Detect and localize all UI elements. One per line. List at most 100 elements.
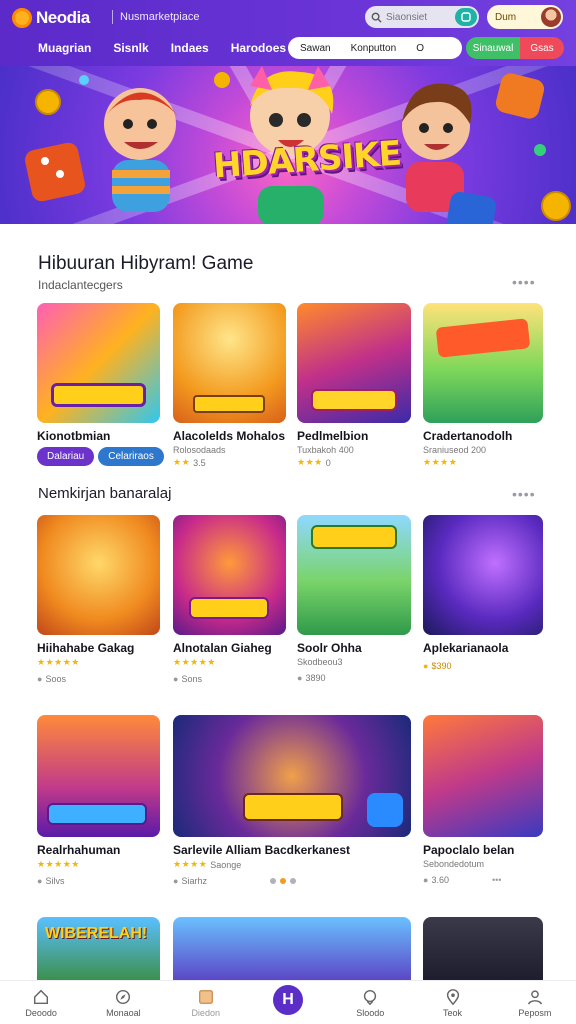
more-icon[interactable]: •••• <box>512 274 536 290</box>
login-button[interactable]: Gsas <box>520 37 564 59</box>
segment-1[interactable]: Sawan <box>288 43 341 54</box>
tab-explore[interactable]: Monaoal <box>91 988 155 1018</box>
filter-icon <box>461 12 471 22</box>
search-button[interactable] <box>455 8 477 26</box>
nav-item-3[interactable]: Indaes <box>171 41 209 55</box>
game-card[interactable]: WIBERELAH! <box>37 917 160 987</box>
thumb-logo <box>51 383 146 407</box>
game-title: Aplekarianaola <box>423 641 509 655</box>
dice-icon <box>367 793 403 827</box>
tab-profile[interactable]: Peposm <box>503 988 567 1018</box>
game-card[interactable]: Alnotalan Giaheg ★★★★★ ● Sons <box>173 515 286 684</box>
app-logo[interactable]: Neodia <box>12 8 90 28</box>
signup-button[interactable]: Sinauwal <box>466 37 520 59</box>
game-card[interactable]: Soolr Ohha Skodbeou3 ● 3890 <box>297 515 411 683</box>
game-thumbnail[interactable] <box>423 917 543 987</box>
tab-label: Peposm <box>518 1007 552 1018</box>
user-menu[interactable]: Dum <box>487 5 563 29</box>
game-thumbnail[interactable] <box>37 715 160 837</box>
game-card[interactable]: Kionotbmian Dalariau Celariraos <box>37 303 164 466</box>
rating-text: 3.5 <box>193 457 206 468</box>
game-card[interactable] <box>423 917 543 987</box>
thumb-logo <box>243 793 343 821</box>
thumb-logo <box>311 525 397 549</box>
game-title: Papoclalo belan <box>423 843 515 857</box>
game-meta: Sraniuseod 200 <box>423 445 487 455</box>
game-thumbnail[interactable]: WIBERELAH! <box>37 917 160 987</box>
game-card[interactable]: Realrhahuman ★★★★★ ● Silvs <box>37 715 160 886</box>
segment-2[interactable]: Konputton <box>341 43 407 54</box>
center-action-icon: H <box>272 984 303 1015</box>
home-icon <box>34 989 49 1004</box>
rating-stars: ★★★★★ <box>173 657 216 667</box>
game-card-featured[interactable]: Sarlevile Alliam Bacdkerkanest ★★★★ Saong… <box>173 715 411 886</box>
meta-text: Sons <box>181 674 202 684</box>
logo-text: Neodia <box>36 8 90 27</box>
game-thumbnail[interactable] <box>173 715 411 837</box>
game-title: Realrhahuman <box>37 843 121 857</box>
tag-pill[interactable]: Celariraos <box>98 447 164 466</box>
game-thumbnail[interactable] <box>423 715 543 837</box>
thumb-logo <box>193 395 265 413</box>
game-thumbnail[interactable] <box>423 515 543 635</box>
game-title: Hiihahabe Gakag <box>37 641 135 655</box>
tab-label: Diedon <box>191 1007 220 1018</box>
segment-control: Sawan Konputton O <box>288 37 462 59</box>
avatar[interactable] <box>541 7 561 27</box>
rating-text: 0 <box>325 457 331 468</box>
carousel-dots[interactable] <box>269 878 296 884</box>
game-title: Cradertanodolh <box>423 429 513 443</box>
game-title: Alacolelds Mohalos <box>173 429 286 443</box>
hero-banner[interactable]: HDARSIKE <box>0 66 576 224</box>
game-title: Soolr Ohha <box>297 641 362 655</box>
game-card[interactable]: Cradertanodolh Sraniuseod 200 ★★★★ <box>423 303 543 468</box>
game-card[interactable]: Hiihahabe Gakag ★★★★★ ● Soos <box>37 515 160 684</box>
game-card[interactable]: Aplekarianaola ● $390 <box>423 515 543 671</box>
more-icon[interactable]: •••• <box>512 486 536 502</box>
game-card[interactable]: Alacolelds Mohalos Rolosodaads ★★ 3.5 <box>173 303 286 468</box>
thumb-logo <box>311 389 397 411</box>
thumb-logo: WIBERELAH! <box>45 925 148 942</box>
game-title: Kionotbmian <box>37 429 111 443</box>
tab-label: Deoodo <box>25 1007 57 1018</box>
nav-item-1[interactable]: Muagrian <box>38 41 91 55</box>
game-title: Pedlmelbion <box>297 429 369 443</box>
thumb-logo <box>189 597 269 619</box>
compass-icon <box>116 989 131 1004</box>
tab-location[interactable]: Teok <box>421 988 485 1018</box>
search-box[interactable] <box>365 6 479 28</box>
user-label: Dum <box>495 11 517 23</box>
search-icon <box>371 12 382 23</box>
game-thumbnail[interactable] <box>37 303 160 423</box>
game-thumbnail[interactable] <box>173 917 411 987</box>
game-thumbnail[interactable] <box>173 303 286 423</box>
bottom-tab-bar: Deoodo Monaoal Diedon H Sloodo Teok Pepo… <box>0 980 576 1024</box>
nav-item-4[interactable]: Harodoes <box>231 41 286 55</box>
rating-stars: ★★★ <box>297 457 323 467</box>
game-thumbnail[interactable] <box>297 515 411 635</box>
search-input[interactable] <box>386 11 450 23</box>
nav-item-2[interactable]: Sisnlk <box>113 41 148 55</box>
more-icon[interactable]: ••• <box>492 875 501 885</box>
tag-pill[interactable]: Dalariau <box>37 447 95 466</box>
game-thumbnail[interactable] <box>297 303 411 423</box>
tab-label: Sloodo <box>356 1007 385 1018</box>
rating-stars: ★★★★★ <box>37 859 80 869</box>
segment-3[interactable]: O <box>406 43 434 54</box>
header-divider <box>112 10 113 24</box>
game-thumbnail[interactable] <box>37 515 160 635</box>
section2-title: Nemkirjan banaralaj <box>38 485 172 502</box>
game-card[interactable] <box>173 917 411 987</box>
tab-chat[interactable]: Sloodo <box>338 988 402 1018</box>
rating-stars: ★★ <box>173 457 191 467</box>
tab-library[interactable]: Diedon <box>174 988 238 1018</box>
meta-text: 3890 <box>305 673 326 683</box>
meta-text: Soos <box>45 674 66 684</box>
game-thumbnail[interactable] <box>423 303 543 423</box>
tab-center[interactable]: H <box>256 984 320 1015</box>
game-card[interactable]: Pedlmelbion Tuxbakoh 400 ★★★ 0 <box>297 303 411 468</box>
game-card[interactable]: Papoclalo belan Sebondedotum ● 3.60 ••• <box>423 715 543 885</box>
tagline: Nusmarketpiace <box>120 11 200 23</box>
game-thumbnail[interactable] <box>173 515 286 635</box>
tab-home[interactable]: Deoodo <box>9 988 73 1018</box>
